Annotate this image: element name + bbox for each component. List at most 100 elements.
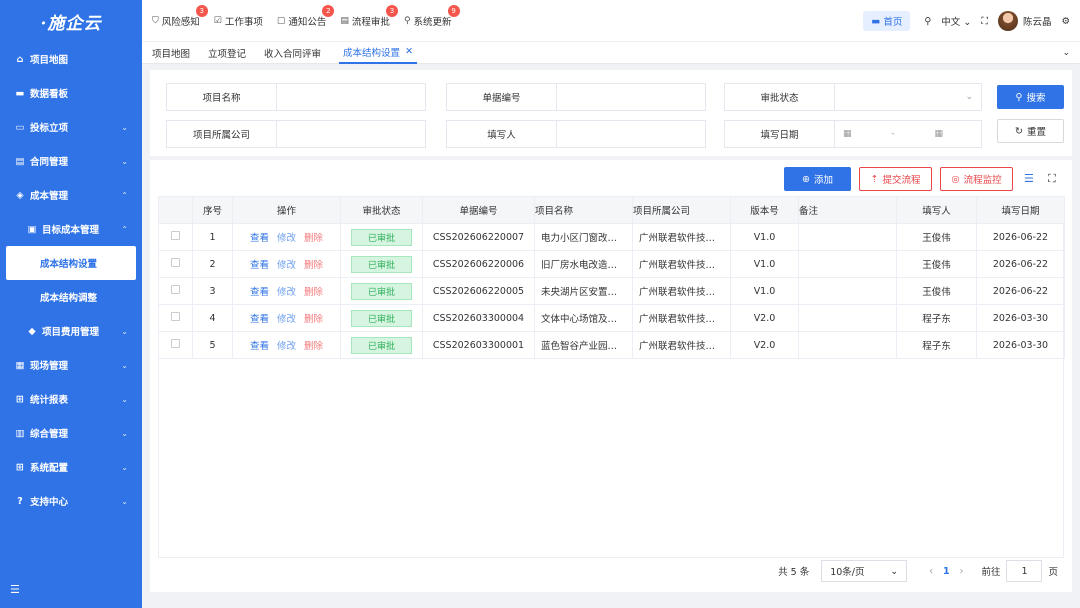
row-checkbox[interactable] xyxy=(158,250,193,278)
fee-icon: ◆ xyxy=(28,325,36,337)
sidebar-item-label: 统计报表 xyxy=(30,395,69,406)
approve-status-field[interactable]: 审批状态 ⌄ xyxy=(724,83,982,111)
view-link[interactable]: 查看 xyxy=(250,314,269,325)
top-nav-notice[interactable]: ▢ 通知公告 2 xyxy=(277,4,335,28)
row-name: 旧厂房水电改造… xyxy=(534,250,633,278)
top-nav-approval[interactable]: ▤ 流程审批 3 xyxy=(340,4,398,28)
page-number[interactable]: 1 xyxy=(943,566,950,577)
list-view-icon[interactable]: ☰ xyxy=(1024,172,1034,185)
top-nav-risk[interactable]: ⛉ 风险感知 3 xyxy=(152,4,208,28)
row-filler: 王俊伟 xyxy=(896,223,977,251)
sidebar-item-general[interactable]: ▥ 综合管理 ⌄ xyxy=(0,416,142,450)
select-all-header[interactable] xyxy=(158,196,193,224)
edit-link[interactable]: 修改 xyxy=(277,260,296,271)
sidebar-item-target-cost[interactable]: ▣ 目标成本管理 ⌃ xyxy=(0,212,142,246)
gear-icon[interactable]: ⚙ xyxy=(1061,16,1070,27)
row-checkbox[interactable] xyxy=(158,304,193,332)
search-icon[interactable]: ⚲ xyxy=(924,16,931,27)
sidebar-item-config[interactable]: ⊞ 系统配置 ⌄ xyxy=(0,450,142,484)
view-link[interactable]: 查看 xyxy=(250,233,269,244)
sidebar-item-contract[interactable]: ▤ 合同管理 ⌄ xyxy=(0,144,142,178)
delete-link[interactable]: 删除 xyxy=(304,233,323,244)
fill-date-field[interactable]: 填写日期 ▦ - ▦ xyxy=(724,120,982,148)
chevron-down-icon[interactable]: ⌄ xyxy=(1062,48,1070,58)
delete-link[interactable]: 删除 xyxy=(304,287,323,298)
view-link[interactable]: 查看 xyxy=(250,287,269,298)
filler-input[interactable] xyxy=(557,121,705,147)
edit-link[interactable]: 修改 xyxy=(277,233,296,244)
top-nav-update[interactable]: ⚲ 系统更新 9 xyxy=(404,4,460,28)
checkbox[interactable] xyxy=(171,285,180,294)
flow-monitor-button[interactable]: ◎ 流程监控 xyxy=(940,167,1013,191)
submit-flow-button[interactable]: ⇡ 提交流程 xyxy=(859,167,932,191)
tab-income-contract-review[interactable]: 收入合同评审 xyxy=(264,42,321,64)
delete-link[interactable]: 删除 xyxy=(304,341,323,352)
company-input[interactable] xyxy=(277,121,425,147)
project-name-field[interactable]: 项目名称 xyxy=(166,83,426,111)
sidebar-item-bidding[interactable]: ▭ 投标立项 ⌄ xyxy=(0,110,142,144)
row-no: 3 xyxy=(192,277,233,305)
row-status: 已审批 xyxy=(340,277,423,305)
checkbox[interactable] xyxy=(171,312,180,321)
page-unit: 页 xyxy=(1048,567,1058,578)
filler-field[interactable]: 填写人 xyxy=(446,120,706,148)
sidebar-item-cost-structure-adjust[interactable]: 成本结构调整 xyxy=(0,280,142,314)
row-company: 广州联君软件技… xyxy=(632,223,731,251)
language-select[interactable]: 中文 ⌄ xyxy=(941,14,971,28)
row-checkbox[interactable] xyxy=(158,331,193,359)
edit-link[interactable]: 修改 xyxy=(277,287,296,298)
fullscreen-icon[interactable]: ⛶ xyxy=(1048,172,1056,186)
add-button[interactable]: ⊕ 添加 xyxy=(784,167,851,191)
sidebar-item-project-map[interactable]: ⌂ 项目地图 xyxy=(0,42,142,76)
avatar[interactable] xyxy=(997,11,1018,31)
tab-project-register[interactable]: 立项登记 xyxy=(208,42,246,64)
sidebar-item-report[interactable]: ⊞ 统计报表 ⌄ xyxy=(0,382,142,416)
doc-no-input[interactable] xyxy=(557,84,705,110)
sidebar-item-cost[interactable]: ◈ 成本管理 ⌃ xyxy=(0,178,142,212)
tab-cost-structure-setting[interactable]: 成本结构设置 ✕ xyxy=(339,42,418,64)
edit-link[interactable]: 修改 xyxy=(277,314,296,325)
sidebar-item-site[interactable]: ▦ 现场管理 ⌄ xyxy=(0,348,142,382)
user-name[interactable]: 陈云晶 xyxy=(1023,14,1052,28)
sidebar-item-label: 数据看板 xyxy=(30,89,69,100)
prev-page-icon[interactable]: ‹ xyxy=(929,566,933,577)
checkbox[interactable] xyxy=(171,231,180,240)
project-name-input[interactable] xyxy=(277,84,425,110)
doc-no-field[interactable]: 单据编号 xyxy=(446,83,706,111)
view-link[interactable]: 查看 xyxy=(250,341,269,352)
collapse-sidebar-icon[interactable]: ☰ xyxy=(10,583,20,596)
row-checkbox[interactable] xyxy=(158,223,193,251)
close-icon[interactable]: ✕ xyxy=(405,46,413,57)
row-checkbox[interactable] xyxy=(158,277,193,305)
top-nav-work[interactable]: ☑ 工作事项 xyxy=(214,14,263,28)
row-name: 蓝色智谷产业园… xyxy=(534,331,633,359)
sidebar-item-cost-structure-setting[interactable]: 成本结构设置 xyxy=(6,246,136,280)
next-page-icon[interactable]: › xyxy=(960,566,964,577)
approve-status-select[interactable]: ⌄ xyxy=(835,84,981,110)
delete-link[interactable]: 删除 xyxy=(304,314,323,325)
row-no: 5 xyxy=(192,331,233,359)
delete-link[interactable]: 删除 xyxy=(304,260,323,271)
company-field[interactable]: 项目所属公司 xyxy=(166,120,426,148)
fullscreen-icon[interactable]: ⛶ xyxy=(981,16,988,27)
row-filler: 程子东 xyxy=(896,331,977,359)
edit-link[interactable]: 修改 xyxy=(277,341,296,352)
home-button[interactable]: ▬ 首页 xyxy=(863,11,911,31)
goto-page-input[interactable]: 1 xyxy=(1006,560,1043,582)
reset-button[interactable]: ↻ 重置 xyxy=(997,119,1064,143)
status-badge: 已审批 xyxy=(350,336,412,354)
sidebar-item-support[interactable]: ? 支持中心 ⌄ xyxy=(0,484,142,518)
config-icon: ⊞ xyxy=(16,461,24,473)
sidebar-item-label: 目标成本管理 xyxy=(42,225,100,236)
search-button[interactable]: ⚲ 搜索 xyxy=(997,85,1064,109)
fill-date-range[interactable]: ▦ - ▦ xyxy=(835,121,981,147)
sidebar-item-project-fee[interactable]: ◆ 项目费用管理 ⌄ xyxy=(0,314,142,348)
view-link[interactable]: 查看 xyxy=(250,260,269,271)
page-size-select[interactable]: 10条/页 ⌄ xyxy=(821,560,908,582)
checkbox[interactable] xyxy=(171,258,180,267)
sidebar-item-dashboard[interactable]: ▬ 数据看板 xyxy=(0,76,142,110)
field-label: 审批状态 xyxy=(725,84,835,110)
tab-project-map[interactable]: 项目地图 xyxy=(152,42,190,64)
row-note xyxy=(798,250,897,278)
checkbox[interactable] xyxy=(171,339,180,348)
